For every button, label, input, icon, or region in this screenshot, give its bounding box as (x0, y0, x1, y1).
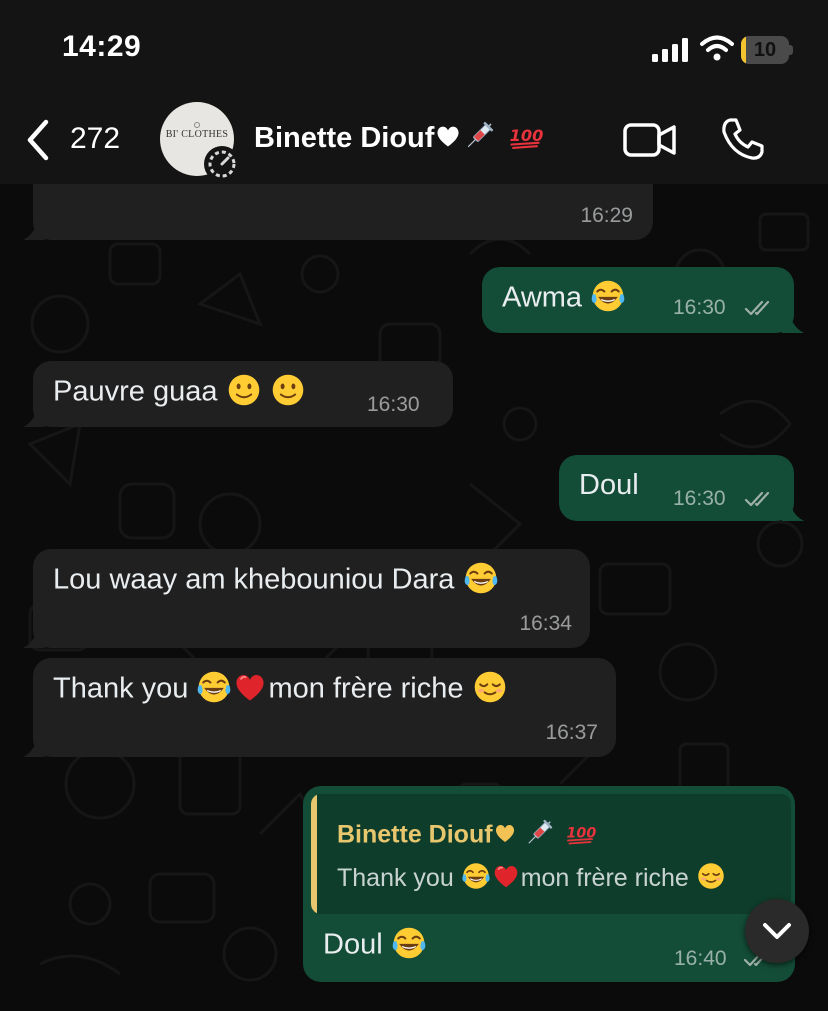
double-check-icon (744, 298, 776, 318)
hundred-points-icon (563, 818, 597, 848)
message-text-content: Awma (502, 281, 583, 314)
message-text-content: Pauvre guaa (53, 375, 218, 408)
message-text: Doul (579, 469, 639, 501)
message-text: Awma (502, 281, 626, 317)
video-call-icon[interactable] (622, 120, 678, 160)
message-bubble-incoming[interactable]: Thank you mon frère riche 16:37 (23, 658, 616, 757)
message-text: Thank you mon frère riche (53, 672, 508, 708)
phone-icon[interactable] (720, 116, 766, 162)
tears-of-joy-emoji (463, 560, 499, 596)
relieved-face-emoji (696, 861, 726, 891)
relieved-face-emoji (472, 669, 508, 705)
avatar[interactable]: BI' CLOTHES (160, 102, 240, 182)
tears-of-joy-emoji (391, 925, 427, 961)
hundred-points-icon (506, 119, 544, 153)
bubble-tail (23, 220, 45, 240)
quoted-message[interactable]: Binette Diouf Thank you mon frère riche (311, 794, 791, 914)
battery-tip (789, 45, 793, 55)
double-check-icon (744, 489, 776, 509)
status-ring (204, 146, 240, 182)
slightly-smiling-emoji (226, 372, 262, 408)
message-bubble-outgoing[interactable]: Awma 16:30 (482, 267, 804, 333)
bubble-tail (23, 737, 45, 757)
message-text: Lou waay am khebouniou Dara (53, 563, 499, 599)
battery-body: 10 (741, 36, 789, 64)
bubble-tail (782, 501, 804, 521)
chevron-down-icon (763, 923, 791, 939)
scroll-to-bottom-button[interactable] (745, 899, 809, 963)
tears-of-joy-emoji (196, 669, 232, 705)
message-time: 16:40 (674, 947, 727, 970)
message-time: 16:30 (673, 296, 726, 319)
message-text-content: Doul (323, 928, 383, 961)
quoted-sender-name: Binette Diouf (337, 820, 597, 852)
message-bubble-incoming[interactable]: Pauvre guaa 16:30 (23, 361, 453, 427)
quoted-sender-text: Binette Diouf (337, 820, 493, 849)
chat-area[interactable]: 16:29 Awma 16:30 Pauvre guaa 16:30 Doul … (0, 184, 828, 1011)
message-time: 16:30 (367, 393, 420, 416)
bubble-tail (23, 407, 45, 427)
red-heart-emoji (491, 861, 521, 891)
message-text: Pauvre guaa (53, 375, 306, 411)
slightly-smiling-emoji (270, 372, 306, 408)
message-text-content: Lou waay am khebouniou Dara (53, 563, 455, 596)
cellular-signal-icon (652, 38, 688, 62)
tears-of-joy-emoji (590, 278, 626, 314)
timer-icon (208, 150, 236, 178)
yellow-heart-icon (493, 821, 517, 845)
status-bar: 14:29 10 (0, 0, 828, 100)
contact-name-text: Binette Diouf (254, 122, 435, 154)
quoted-text-part: Thank you (337, 864, 454, 892)
syringe-icon (462, 119, 496, 153)
battery-indicator: 10 (741, 36, 793, 64)
message-time: 16:30 (673, 487, 726, 510)
message-time: 16:37 (545, 721, 598, 744)
syringe-icon (523, 817, 555, 849)
quoted-text-part: mon frère riche (520, 864, 689, 892)
tears-of-joy-emoji (461, 861, 491, 891)
wifi-icon (700, 35, 734, 61)
message-text-part: Thank you (53, 672, 189, 705)
chat-header: 272 BI' CLOTHES Binette Diouf (0, 100, 828, 184)
avatar-logo-mark (194, 122, 200, 128)
message-time: 16:29 (580, 204, 633, 227)
message-bubble-outgoing-reply[interactable]: Binette Diouf Thank you mon frère riche … (303, 786, 795, 982)
battery-level-text: 10 (753, 39, 777, 61)
message-bubble-incoming[interactable]: 16:29 (23, 184, 653, 240)
bubble-tail (23, 628, 45, 648)
quote-accent-bar (311, 794, 317, 914)
contact-name[interactable]: Binette Diouf (254, 122, 544, 156)
message-text: Doul (323, 928, 427, 964)
message-time: 16:34 (519, 612, 572, 635)
avatar-logo-text: BI' CLOTHES (165, 129, 229, 140)
bubble-tail (782, 313, 804, 333)
back-unread-count[interactable]: 272 (70, 122, 120, 156)
message-bubble-outgoing[interactable]: Doul 16:30 (559, 455, 804, 521)
red-heart-emoji (232, 669, 268, 705)
chevron-left-icon[interactable] (24, 118, 52, 162)
message-text-part: mon frère riche (268, 672, 464, 705)
status-time: 14:29 (62, 30, 142, 63)
quoted-text: Thank you mon frère riche (337, 864, 726, 894)
white-heart-icon (434, 122, 462, 150)
message-bubble-incoming[interactable]: Lou waay am khebouniou Dara 16:34 (23, 549, 590, 648)
